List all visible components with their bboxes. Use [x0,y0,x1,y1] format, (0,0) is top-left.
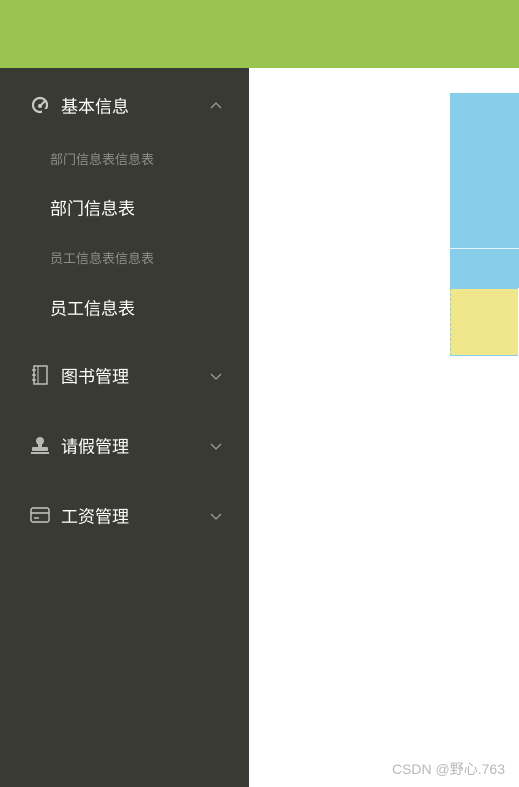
content-panel-blue [450,93,519,248]
menu-leave-management[interactable]: 请假管理 [0,417,249,473]
menu-book-management-label: 图书管理 [61,367,129,388]
sub-item-department-table[interactable]: 部门信息表 [0,185,249,229]
sub-item-department-table-label: 部门信息表 [50,199,135,220]
sub-item-employee-table[interactable]: 员工信息表 [0,285,249,329]
user-stamp-icon [29,434,51,456]
menu-basic-info-label: 基本信息 [61,97,129,118]
content-panel-blue-lower [450,249,519,288]
credit-card-icon [29,504,51,526]
menu-salary-management-label: 工资管理 [61,507,129,528]
menu-salary-management[interactable]: 工资管理 [0,487,249,543]
top-header-bar [0,0,519,68]
group-title-department: 部门信息表信息表 [50,153,155,168]
sidebar-nav: 基本信息 部门信息表信息表 部门信息表 员工信息表信息表 员工信息表 图书管理 [0,68,249,787]
chevron-down-icon [209,508,223,522]
gauge-icon [29,94,51,116]
chevron-down-icon [209,368,223,382]
csdn-watermark: CSDN @野心.763 [391,761,505,777]
chevron-down-icon [209,438,223,452]
sub-item-employee-table-label: 员工信息表 [50,299,135,320]
menu-book-management[interactable]: 图书管理 [0,347,249,403]
content-panel-yellow [450,288,518,356]
chevron-up-icon [209,98,223,112]
notebook-icon [29,364,51,386]
group-title-employee: 员工信息表信息表 [50,252,155,267]
menu-basic-info[interactable]: 基本信息 [0,77,249,133]
menu-leave-management-label: 请假管理 [61,437,129,458]
